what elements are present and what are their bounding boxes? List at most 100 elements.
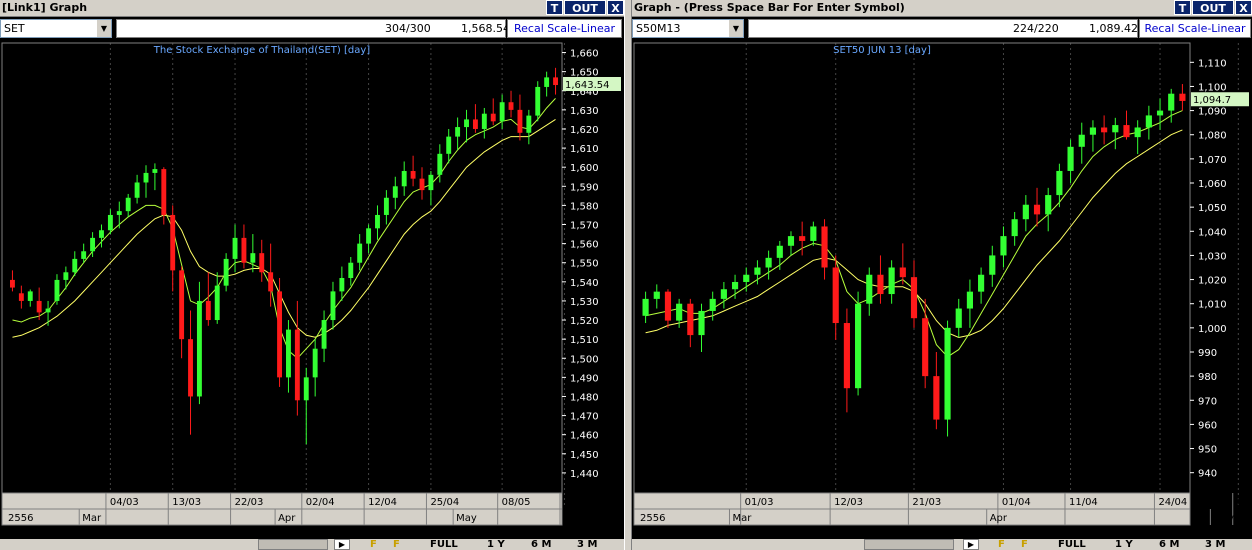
- month-tick-label: Mar: [82, 513, 102, 524]
- right-out-button[interactable]: OUT: [1192, 0, 1234, 15]
- left-footer-6m[interactable]: 6 M: [531, 539, 551, 550]
- y-tick-label: 960: [1198, 420, 1217, 431]
- date-tick-label: 12/04: [368, 497, 397, 508]
- current-price-label: 1,643.54: [565, 80, 610, 91]
- candle-body: [481, 113, 487, 129]
- y-tick-label: 1,510: [570, 335, 599, 346]
- y-tick-label: 1,610: [570, 144, 599, 155]
- candle-body: [676, 303, 683, 321]
- y-tick-label: 1,080: [1198, 131, 1227, 142]
- panel-splitter[interactable]: [624, 0, 632, 550]
- candle-body: [490, 113, 496, 122]
- y-tick-label: 980: [1198, 372, 1217, 383]
- chevron-down-icon[interactable]: ▼: [729, 20, 743, 37]
- chevron-down-icon[interactable]: ▼: [97, 20, 111, 37]
- left-scroll-right-icon[interactable]: ▶: [334, 539, 350, 550]
- y-tick-label: 1,110: [1198, 58, 1227, 69]
- right-t-button[interactable]: T: [1174, 0, 1191, 15]
- right-footer-bar: ▶ F F FULL 1 Y 6 M 3 M: [632, 539, 1252, 550]
- right-info-box: 224/220 1,089.42: [748, 19, 1138, 38]
- y-tick-label: 1,660: [570, 49, 599, 60]
- left-candlestick-chart[interactable]: The Stock Exchange of Thailand(SET) [day…: [0, 41, 624, 539]
- right-scroll-right-icon[interactable]: ▶: [963, 539, 979, 550]
- candle-body: [877, 274, 884, 295]
- left-scroll-thumb[interactable]: [258, 539, 328, 550]
- y-tick-label: 1,550: [570, 259, 599, 270]
- right-scrollbar[interactable]: ▶: [632, 539, 982, 550]
- candle-body: [910, 277, 918, 319]
- candle-body: [1179, 93, 1186, 101]
- candle-body: [888, 267, 895, 295]
- left-out-button[interactable]: OUT: [564, 0, 606, 15]
- candle-body: [241, 237, 247, 263]
- candle-body: [499, 102, 505, 122]
- candle-body: [535, 86, 541, 116]
- left-scrollbar[interactable]: ▶: [0, 539, 352, 550]
- left-t-button[interactable]: T: [546, 0, 563, 15]
- candle-body: [765, 257, 772, 268]
- candle-body: [134, 182, 140, 198]
- candle-body: [799, 236, 806, 241]
- candle-body: [205, 300, 211, 321]
- candle-body: [944, 327, 951, 420]
- left-footer-f1[interactable]: F: [370, 539, 377, 550]
- right-footer-1y[interactable]: 1 Y: [1115, 539, 1133, 550]
- candle-body: [18, 293, 24, 301]
- candle-body: [446, 136, 452, 154]
- candle-body: [743, 274, 750, 282]
- year-label: 2556: [640, 513, 665, 524]
- date-tick-label: 04/03: [110, 497, 139, 508]
- left-last-value: 1,568.54: [461, 22, 510, 35]
- candle-body: [36, 300, 42, 313]
- candle-body: [966, 291, 973, 309]
- candle-body: [1156, 110, 1164, 116]
- y-tick-label: 1,040: [1198, 227, 1227, 238]
- candle-body: [339, 278, 345, 292]
- candle-body: [428, 174, 434, 191]
- left-close-button[interactable]: X: [607, 0, 624, 15]
- y-tick-label: 990: [1198, 348, 1217, 359]
- right-symbol-select[interactable]: S50M13 ▼: [632, 19, 744, 38]
- left-window-title: [Link1] Graph: [2, 1, 88, 14]
- left-footer-3m[interactable]: 3 M: [577, 539, 597, 550]
- right-recal-scale-button[interactable]: Recal Scale-Linear: [1139, 19, 1251, 38]
- right-footer-full[interactable]: FULL: [1058, 539, 1086, 550]
- date-tick-label: 17/05: [564, 497, 593, 508]
- date-tick-label: 21/03: [912, 497, 941, 508]
- right-scroll-thumb[interactable]: [864, 539, 954, 550]
- left-footer-f2[interactable]: F: [393, 539, 400, 550]
- right-footer-f2[interactable]: F: [1021, 539, 1028, 550]
- date-tick-label: 11/04: [1069, 497, 1098, 508]
- y-tick-label: 1,580: [570, 201, 599, 212]
- right-footer-3m[interactable]: 3 M: [1205, 539, 1225, 550]
- right-close-button[interactable]: X: [1235, 0, 1252, 15]
- left-symbol-select[interactable]: SET ▼: [0, 19, 112, 38]
- year-label: 2556: [8, 513, 33, 524]
- candle-body: [455, 127, 461, 137]
- date-tick-label: 08/05: [502, 497, 531, 508]
- y-tick-label: 1,490: [570, 373, 599, 384]
- candle-body: [698, 310, 705, 336]
- left-title-bar: [Link1] Graph T OUT X: [0, 0, 624, 17]
- y-tick-label: 1,560: [570, 240, 599, 251]
- right-toolbar: S50M13 ▼ 224/220 1,089.42 Recal Scale-Li…: [632, 17, 1252, 41]
- y-tick-label: 1,540: [570, 278, 599, 289]
- candle-body: [179, 270, 185, 340]
- candle-body: [526, 115, 532, 133]
- candle-body: [553, 77, 558, 86]
- y-tick-label: 1,500: [570, 354, 599, 365]
- candle-body: [152, 169, 158, 173]
- right-symbol-value: S50M13: [636, 22, 681, 35]
- candle-body: [268, 272, 274, 292]
- right-footer-6m[interactable]: 6 M: [1159, 539, 1179, 550]
- right-candlestick-chart[interactable]: SET50 JUN 13 [day] 940 950 960 970 980 990 1,00…: [632, 41, 1252, 539]
- candle-body: [978, 274, 985, 292]
- candle-body: [81, 251, 87, 259]
- y-tick-label: 1,590: [570, 182, 599, 193]
- left-recal-scale-button[interactable]: Recal Scale-Linear: [507, 19, 622, 38]
- left-footer-full[interactable]: FULL: [430, 539, 458, 550]
- candle-body: [232, 237, 238, 259]
- left-footer-1y[interactable]: 1 Y: [487, 539, 505, 550]
- y-tick-label: 1,480: [570, 392, 599, 403]
- right-footer-f1[interactable]: F: [998, 539, 1005, 550]
